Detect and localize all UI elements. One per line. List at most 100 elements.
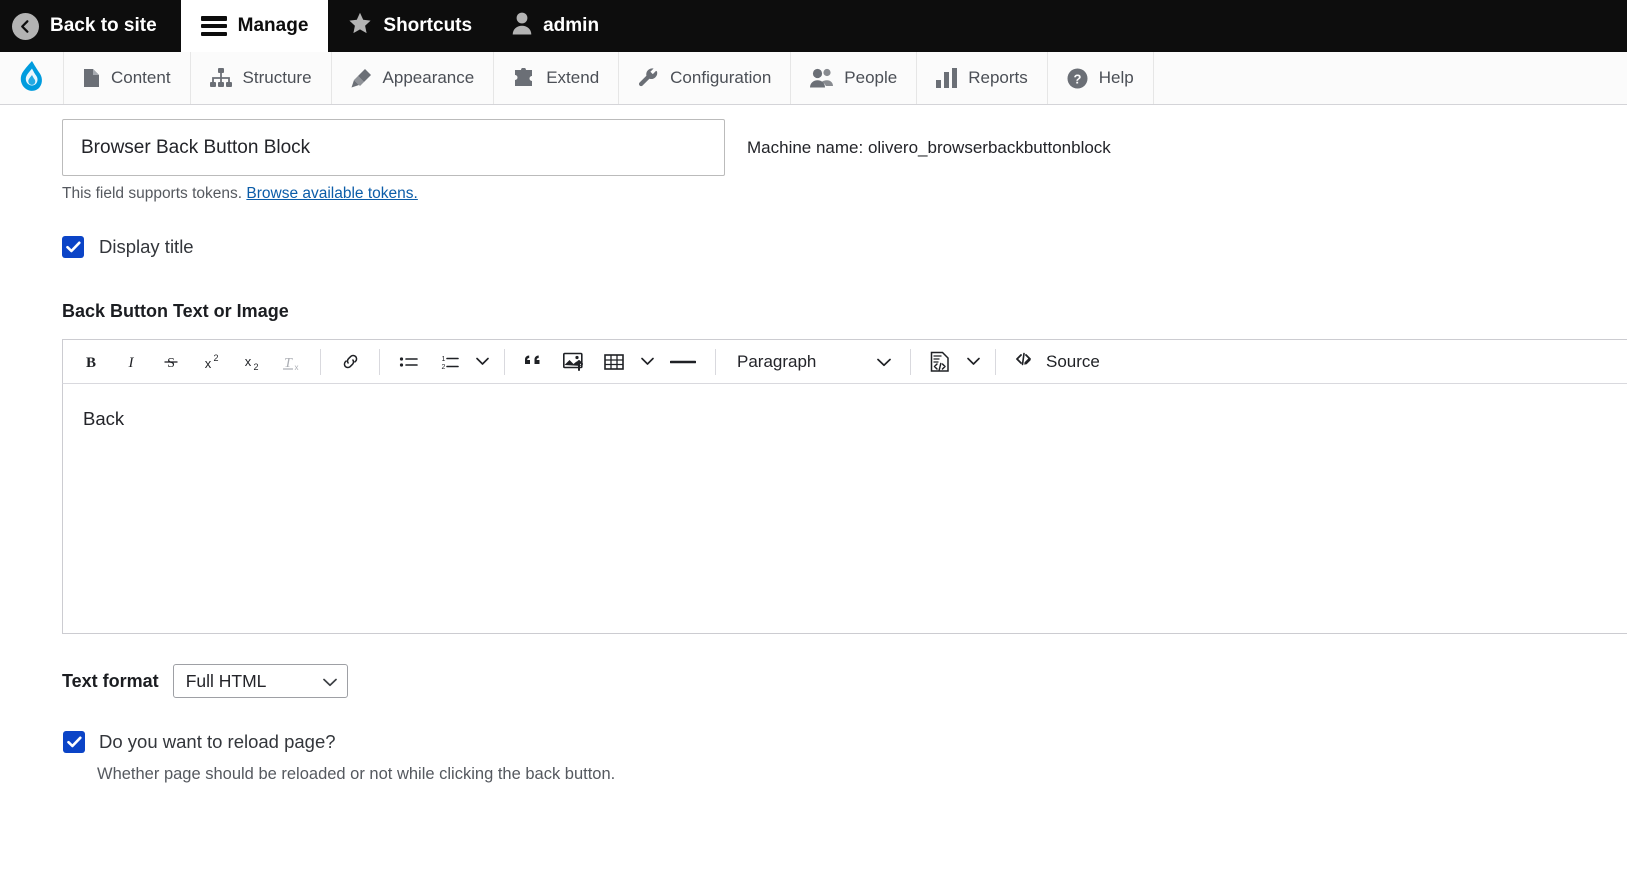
remove-format-button[interactable]: Tx	[271, 344, 311, 380]
text-format-value: Full HTML	[185, 670, 267, 691]
italic-button[interactable]: I	[111, 344, 151, 380]
code-block-button[interactable]	[920, 344, 960, 380]
ckeditor: B I S x2 x2 Tx 1 2 Paragraph Source Back	[62, 339, 1627, 634]
back-to-site-button[interactable]: Back to site	[0, 0, 181, 52]
menu-label: Structure	[242, 68, 312, 87]
svg-text:x: x	[205, 356, 212, 371]
hamburger-icon	[200, 16, 227, 36]
sitemap-icon	[209, 68, 232, 88]
strikethrough-button[interactable]: S	[151, 344, 191, 380]
reload-page-checkbox[interactable]	[63, 731, 85, 753]
display-title-checkbox[interactable]	[62, 236, 84, 258]
admin-toolbar: Back to site Manage Shortcuts admin	[0, 0, 1627, 52]
body-field-label: Back Button Text or Image	[62, 301, 289, 321]
toolbar-separator	[910, 348, 911, 375]
wrench-icon	[638, 68, 659, 88]
toolbar-separator	[379, 348, 380, 375]
back-arrow-icon	[12, 12, 39, 40]
menu-item-appearance[interactable]: Appearance	[332, 52, 495, 104]
menu-item-reports[interactable]: Reports	[917, 52, 1048, 104]
tab-manage[interactable]: Manage	[180, 0, 329, 52]
title-row: Machine name: olivero_browserbackbuttonb…	[0, 105, 1627, 176]
menu-item-configuration[interactable]: Configuration	[619, 52, 792, 104]
reload-page-row: Do you want to reload page?	[0, 731, 1627, 753]
menu-label: Configuration	[670, 68, 772, 87]
ckeditor-toolbar: B I S x2 x2 Tx 1 2 Paragraph Source	[62, 339, 1627, 384]
svg-text:2: 2	[253, 362, 258, 371]
svg-text:2: 2	[213, 353, 218, 363]
source-label: Source	[1046, 351, 1100, 371]
block-configure-form: Machine name: olivero_browserbackbuttonb…	[0, 105, 1627, 784]
menu-label: Appearance	[382, 68, 475, 87]
svg-text:x: x	[295, 363, 299, 371]
question-circle-icon: ?	[1067, 68, 1088, 89]
svg-text:I: I	[128, 355, 135, 371]
code-block-dropdown-chevron-down-icon[interactable]	[960, 344, 986, 380]
menu-item-extend[interactable]: Extend	[494, 52, 620, 104]
svg-text:B: B	[86, 355, 96, 371]
menu-item-help[interactable]: ? Help	[1048, 52, 1154, 104]
star-icon	[348, 12, 372, 41]
page-icon	[83, 68, 100, 88]
shortcuts-label: Shortcuts	[383, 15, 473, 36]
link-button[interactable]	[330, 344, 370, 380]
source-code-icon	[1015, 349, 1037, 374]
bulleted-list-button[interactable]	[389, 344, 429, 380]
display-title-row: Display title	[0, 236, 1627, 258]
machine-name-display: Machine name: olivero_browserbackbuttonb…	[747, 138, 1111, 157]
menu-bar-filler	[1154, 52, 1627, 104]
insert-image-button[interactable]	[554, 344, 594, 380]
menu-item-structure[interactable]: Structure	[191, 52, 332, 104]
back-to-site-label: Back to site	[50, 15, 157, 36]
menu-label: People	[844, 68, 898, 87]
svg-text:2: 2	[441, 364, 445, 371]
menu-label: Content	[111, 68, 171, 87]
menu-label: Reports	[968, 68, 1028, 87]
drupal-logo[interactable]	[0, 52, 64, 104]
menu-item-content[interactable]: Content	[64, 52, 191, 104]
block-title-input[interactable]	[62, 119, 725, 176]
subscript-button[interactable]: x2	[231, 344, 271, 380]
paintbrush-icon	[351, 68, 372, 88]
drupal-drop-icon	[20, 61, 42, 91]
puzzle-icon	[513, 68, 535, 88]
numbered-list-button[interactable]: 12	[429, 344, 469, 380]
ckeditor-content-area[interactable]: Back	[62, 384, 1627, 634]
svg-text:1: 1	[441, 356, 445, 363]
bold-button[interactable]: B	[71, 344, 111, 380]
reload-page-label: Do you want to reload page?	[99, 731, 336, 752]
display-title-label: Display title	[99, 236, 194, 257]
table-dropdown-chevron-down-icon[interactable]	[634, 344, 660, 380]
menu-item-people[interactable]: People	[791, 52, 918, 104]
manage-label: Manage	[237, 15, 309, 36]
editor-paragraph: Back	[83, 408, 125, 429]
chevron-down-icon	[877, 352, 891, 372]
horizontal-line-button[interactable]	[660, 344, 706, 380]
text-format-label: Text format	[62, 670, 159, 691]
people-icon	[810, 68, 834, 88]
menu-label: Extend	[546, 68, 600, 87]
menu-label: Help	[1098, 68, 1134, 87]
list-dropdown-chevron-down-icon[interactable]	[469, 344, 495, 380]
user-icon	[512, 12, 532, 41]
paragraph-style-dropdown[interactable]: Paragraph	[725, 344, 901, 380]
text-format-row: Text format Full HTML	[0, 664, 1627, 698]
account-label: admin	[543, 15, 600, 36]
toolbar-separator	[504, 348, 505, 375]
svg-text:S: S	[167, 356, 175, 371]
browse-tokens-link[interactable]: Browse available tokens.	[246, 185, 417, 202]
chevron-down-icon	[322, 671, 337, 692]
tokens-help-text: This field supports tokens. Browse avail…	[0, 176, 1627, 203]
tab-account[interactable]: admin	[492, 0, 619, 52]
admin-menu-bar: Content Structure Appearance Extend Conf…	[0, 52, 1627, 105]
tokens-help-label: This field supports tokens.	[62, 185, 243, 202]
insert-table-button[interactable]	[594, 344, 634, 380]
text-format-select[interactable]: Full HTML	[172, 664, 348, 698]
reload-page-description: Whether page should be reloaded or not w…	[97, 765, 616, 783]
bar-chart-icon	[936, 68, 958, 88]
svg-text:x: x	[245, 354, 252, 369]
superscript-button[interactable]: x2	[191, 344, 231, 380]
source-editing-button[interactable]: Source	[1005, 344, 1110, 380]
block-quote-button[interactable]	[514, 344, 554, 380]
tab-shortcuts[interactable]: Shortcuts	[328, 0, 492, 52]
